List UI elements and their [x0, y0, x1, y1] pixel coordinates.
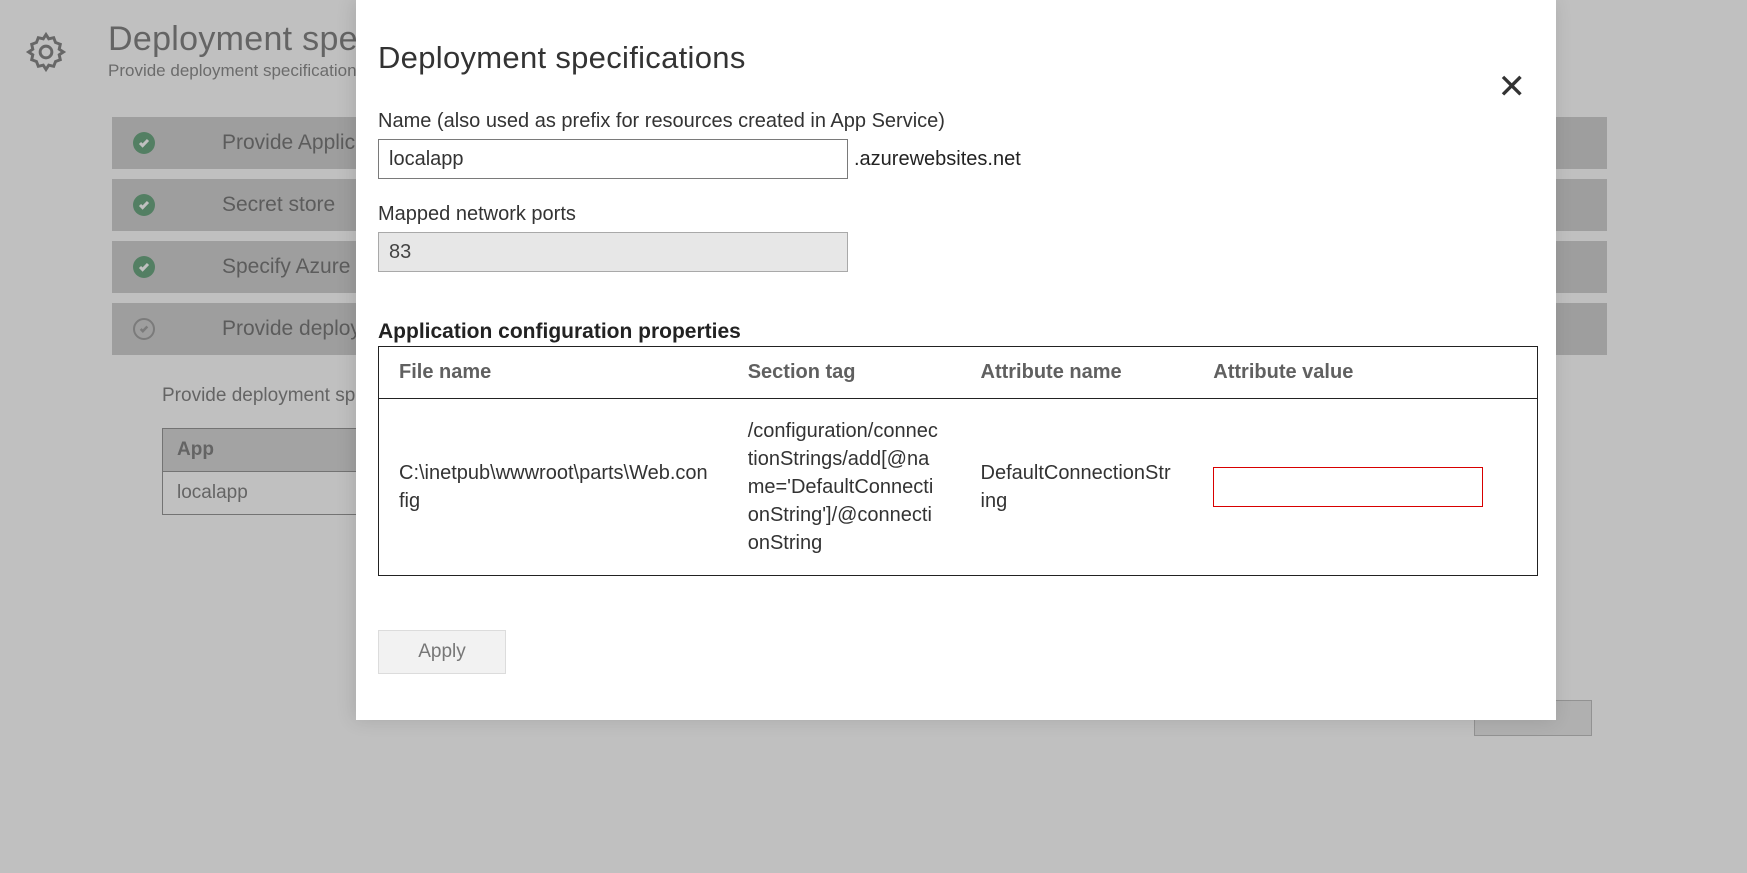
ports-input	[378, 232, 848, 272]
attr-value-input[interactable]	[1213, 467, 1483, 507]
check-circle-icon	[133, 194, 155, 216]
attrname-cell: DefaultConnectionString	[961, 399, 1194, 576]
col-attrval-header: Attribute value	[1193, 347, 1537, 399]
check-circle-icon	[133, 132, 155, 154]
gear-icon	[24, 61, 68, 78]
name-input[interactable]	[378, 139, 848, 179]
table-row: C:\inetpub\wwwroot\parts\Web.config /con…	[379, 399, 1538, 576]
col-attrname-header: Attribute name	[961, 347, 1194, 399]
apply-button[interactable]: Apply	[378, 630, 506, 674]
step-label: Specify Azure	[222, 255, 350, 279]
attrval-cell	[1193, 399, 1537, 576]
pending-circle-icon	[133, 318, 155, 340]
close-icon[interactable]: ✕	[1498, 70, 1527, 104]
section-cell: /configuration/connectionStrings/add[@na…	[728, 399, 961, 576]
props-heading: Application configuration properties	[378, 320, 1534, 344]
ports-label: Mapped network ports	[378, 203, 1534, 226]
modal-title: Deployment specifications	[378, 40, 1534, 76]
props-table: File name Section tag Attribute name Att…	[378, 346, 1538, 576]
file-cell: C:\inetpub\wwwroot\parts\Web.config	[379, 399, 728, 576]
step-label: Secret store	[222, 193, 335, 217]
name-label: Name (also used as prefix for resources …	[378, 110, 1534, 133]
col-file-header: File name	[379, 347, 728, 399]
name-suffix: .azurewebsites.net	[854, 148, 1021, 171]
col-section-header: Section tag	[728, 347, 961, 399]
deployment-spec-modal: ✕ Deployment specifications Name (also u…	[356, 0, 1556, 720]
check-circle-icon	[133, 256, 155, 278]
